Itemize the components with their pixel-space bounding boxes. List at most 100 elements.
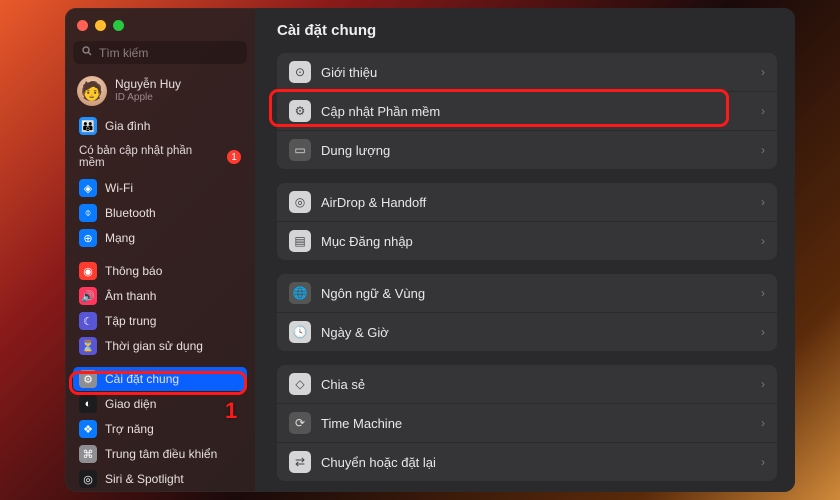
settings-row[interactable]: ◎ AirDrop & Handoff › <box>277 183 777 221</box>
update-badge: 1 <box>227 150 241 164</box>
sidebar-icon: ⏳ <box>79 337 97 355</box>
sidebar-item-2[interactable]: ⊕ Mạng <box>73 226 247 250</box>
settings-row[interactable]: ⚙ Cập nhật Phần mềm › <box>277 91 777 130</box>
row-label: Ngôn ngữ & Vùng <box>321 286 751 301</box>
window-controls <box>73 18 247 41</box>
sidebar-icon: ⌽ <box>79 204 97 222</box>
sidebar-item-1[interactable]: ⌽ Bluetooth <box>73 201 247 225</box>
row-icon: ◎ <box>289 191 311 213</box>
sidebar-item-0[interactable]: ◈ Wi-Fi <box>73 176 247 200</box>
chevron-right-icon: › <box>761 234 765 248</box>
sidebar-item-label: Gia đình <box>105 119 150 133</box>
search-input[interactable]: Tìm kiếm <box>73 41 247 64</box>
sidebar: Tìm kiếm 🧑 Nguyễn Huy ID Apple 👪 Gia đìn… <box>65 8 255 492</box>
sidebar-icon: ◐ <box>79 395 97 413</box>
user-name: Nguyễn Huy <box>115 78 181 92</box>
settings-group-0: ⊙ Giới thiệu › ⚙ Cập nhật Phần mềm › ▭ Dung lượ… <box>277 53 777 169</box>
sidebar-item-9[interactable]: ❖ Trợ năng <box>73 417 247 441</box>
search-icon <box>81 45 93 60</box>
settings-row[interactable]: ⊙ Giới thiệu › <box>277 53 777 91</box>
chevron-right-icon: › <box>761 416 765 430</box>
settings-row[interactable]: ⟳ Time Machine › <box>277 403 777 442</box>
row-icon: ▤ <box>289 230 311 252</box>
settings-row[interactable]: ▤Mục Đăng nhập› <box>277 221 777 260</box>
row-label: Chia sẻ <box>321 377 751 392</box>
software-update-notice[interactable]: Có bản cập nhật phần mềm 1 <box>73 139 247 175</box>
chevron-right-icon: › <box>761 143 765 157</box>
close-window-button[interactable] <box>77 20 88 31</box>
update-note-text: Có bản cập nhật phần mềm <box>79 145 219 169</box>
sidebar-icon: ◉ <box>79 262 97 280</box>
row-label: Cập nhật Phần mềm <box>321 104 751 119</box>
user-sub: ID Apple <box>115 92 181 104</box>
sidebar-icon: ⚙ <box>79 370 97 388</box>
chevron-right-icon: › <box>761 286 765 300</box>
annotation-1: 1 <box>225 398 237 424</box>
row-icon: ⚙ <box>289 100 311 122</box>
sidebar-item-label: Giao diện <box>105 397 156 411</box>
minimize-window-button[interactable] <box>95 20 106 31</box>
row-label: AirDrop & Handoff <box>321 195 751 210</box>
chevron-right-icon: › <box>761 325 765 339</box>
settings-row[interactable]: ▭ Dung lượng › <box>277 130 777 169</box>
sidebar-item-label: Trợ năng <box>105 422 154 436</box>
sidebar-item-5[interactable]: ☾ Tập trung <box>73 309 247 333</box>
sidebar-icon: ☾ <box>79 312 97 330</box>
sidebar-item-label: Mạng <box>105 231 135 245</box>
row-label: Ngày & Giờ <box>321 325 751 340</box>
avatar: 🧑 <box>77 76 107 106</box>
settings-row[interactable]: ◇ Chia sẻ › <box>277 365 777 403</box>
sidebar-item-family[interactable]: 👪 Gia đình <box>73 114 247 138</box>
chevron-right-icon: › <box>761 104 765 118</box>
settings-row[interactable]: ⇄ Chuyển hoặc đặt lại › <box>277 442 777 481</box>
sidebar-item-label: Siri & Spotlight <box>105 472 184 486</box>
main-panel: Cài đặt chung ⊙ Giới thiệu › ⚙ Cập nhật Phần… <box>255 8 795 492</box>
settings-group-2: 🌐Ngôn ngữ & Vùng›🕓Ngày & Giờ› <box>277 274 777 351</box>
chevron-right-icon: › <box>761 195 765 209</box>
sidebar-item-label: Âm thanh <box>105 289 156 303</box>
sidebar-item-10[interactable]: ⌘ Trung tâm điều khiển <box>73 442 247 466</box>
sidebar-item-6[interactable]: ⏳ Thời gian sử dụng <box>73 334 247 358</box>
sidebar-icon: 🔊 <box>79 287 97 305</box>
sidebar-item-label: Trung tâm điều khiển <box>105 447 217 461</box>
sidebar-icon: ◈ <box>79 179 97 197</box>
sidebar-item-3[interactable]: ◉ Thông báo <box>73 259 247 283</box>
sidebar-item-label: Thông báo <box>105 264 162 278</box>
sidebar-icon: ◎ <box>79 470 97 488</box>
sidebar-item-label: Tập trung <box>105 314 156 328</box>
chevron-right-icon: › <box>761 377 765 391</box>
row-icon: ⟳ <box>289 412 311 434</box>
apple-id-row[interactable]: 🧑 Nguyễn Huy ID Apple <box>73 74 247 114</box>
row-icon: ⊙ <box>289 61 311 83</box>
row-label: Time Machine <box>321 416 751 431</box>
chevron-right-icon: › <box>761 455 765 469</box>
chevron-right-icon: › <box>761 65 765 79</box>
sidebar-icon: ⊕ <box>79 229 97 247</box>
sidebar-item-label: Thời gian sử dụng <box>105 339 203 353</box>
row-label: Chuyển hoặc đặt lại <box>321 455 751 470</box>
row-label: Giới thiệu <box>321 65 751 80</box>
settings-group-1: ◎AirDrop & Handoff›▤Mục Đăng nhập› <box>277 183 777 260</box>
settings-group-3: ◇ Chia sẻ › ⟳ Time Machine › ⇄ Chuyển hoặc đặt … <box>277 365 777 481</box>
row-label: Dung lượng <box>321 143 751 158</box>
search-placeholder: Tìm kiếm <box>99 46 148 60</box>
sidebar-item-4[interactable]: 🔊 Âm thanh <box>73 284 247 308</box>
sidebar-item-label: Wi-Fi <box>105 181 133 195</box>
settings-row[interactable]: 🕓 Ngày & Giờ › <box>277 312 777 351</box>
sidebar-item-label: Cài đặt chung <box>105 372 179 386</box>
settings-window: Tìm kiếm 🧑 Nguyễn Huy ID Apple 👪 Gia đìn… <box>65 8 795 492</box>
row-icon: ◇ <box>289 373 311 395</box>
fullscreen-window-button[interactable] <box>113 20 124 31</box>
sidebar-item-7[interactable]: ⚙ Cài đặt chung <box>73 367 247 391</box>
row-icon: 🕓 <box>289 321 311 343</box>
sidebar-item-11[interactable]: ◎ Siri & Spotlight <box>73 467 247 491</box>
sidebar-icon: ❖ <box>79 420 97 438</box>
row-icon: ⇄ <box>289 451 311 473</box>
page-title: Cài đặt chung <box>277 22 777 39</box>
row-icon: ▭ <box>289 139 311 161</box>
family-icon: 👪 <box>79 117 97 135</box>
sidebar-item-label: Bluetooth <box>105 206 156 220</box>
settings-row[interactable]: 🌐Ngôn ngữ & Vùng› <box>277 274 777 312</box>
sidebar-icon: ⌘ <box>79 445 97 463</box>
sidebar-item-8[interactable]: ◐ Giao diện <box>73 392 247 416</box>
